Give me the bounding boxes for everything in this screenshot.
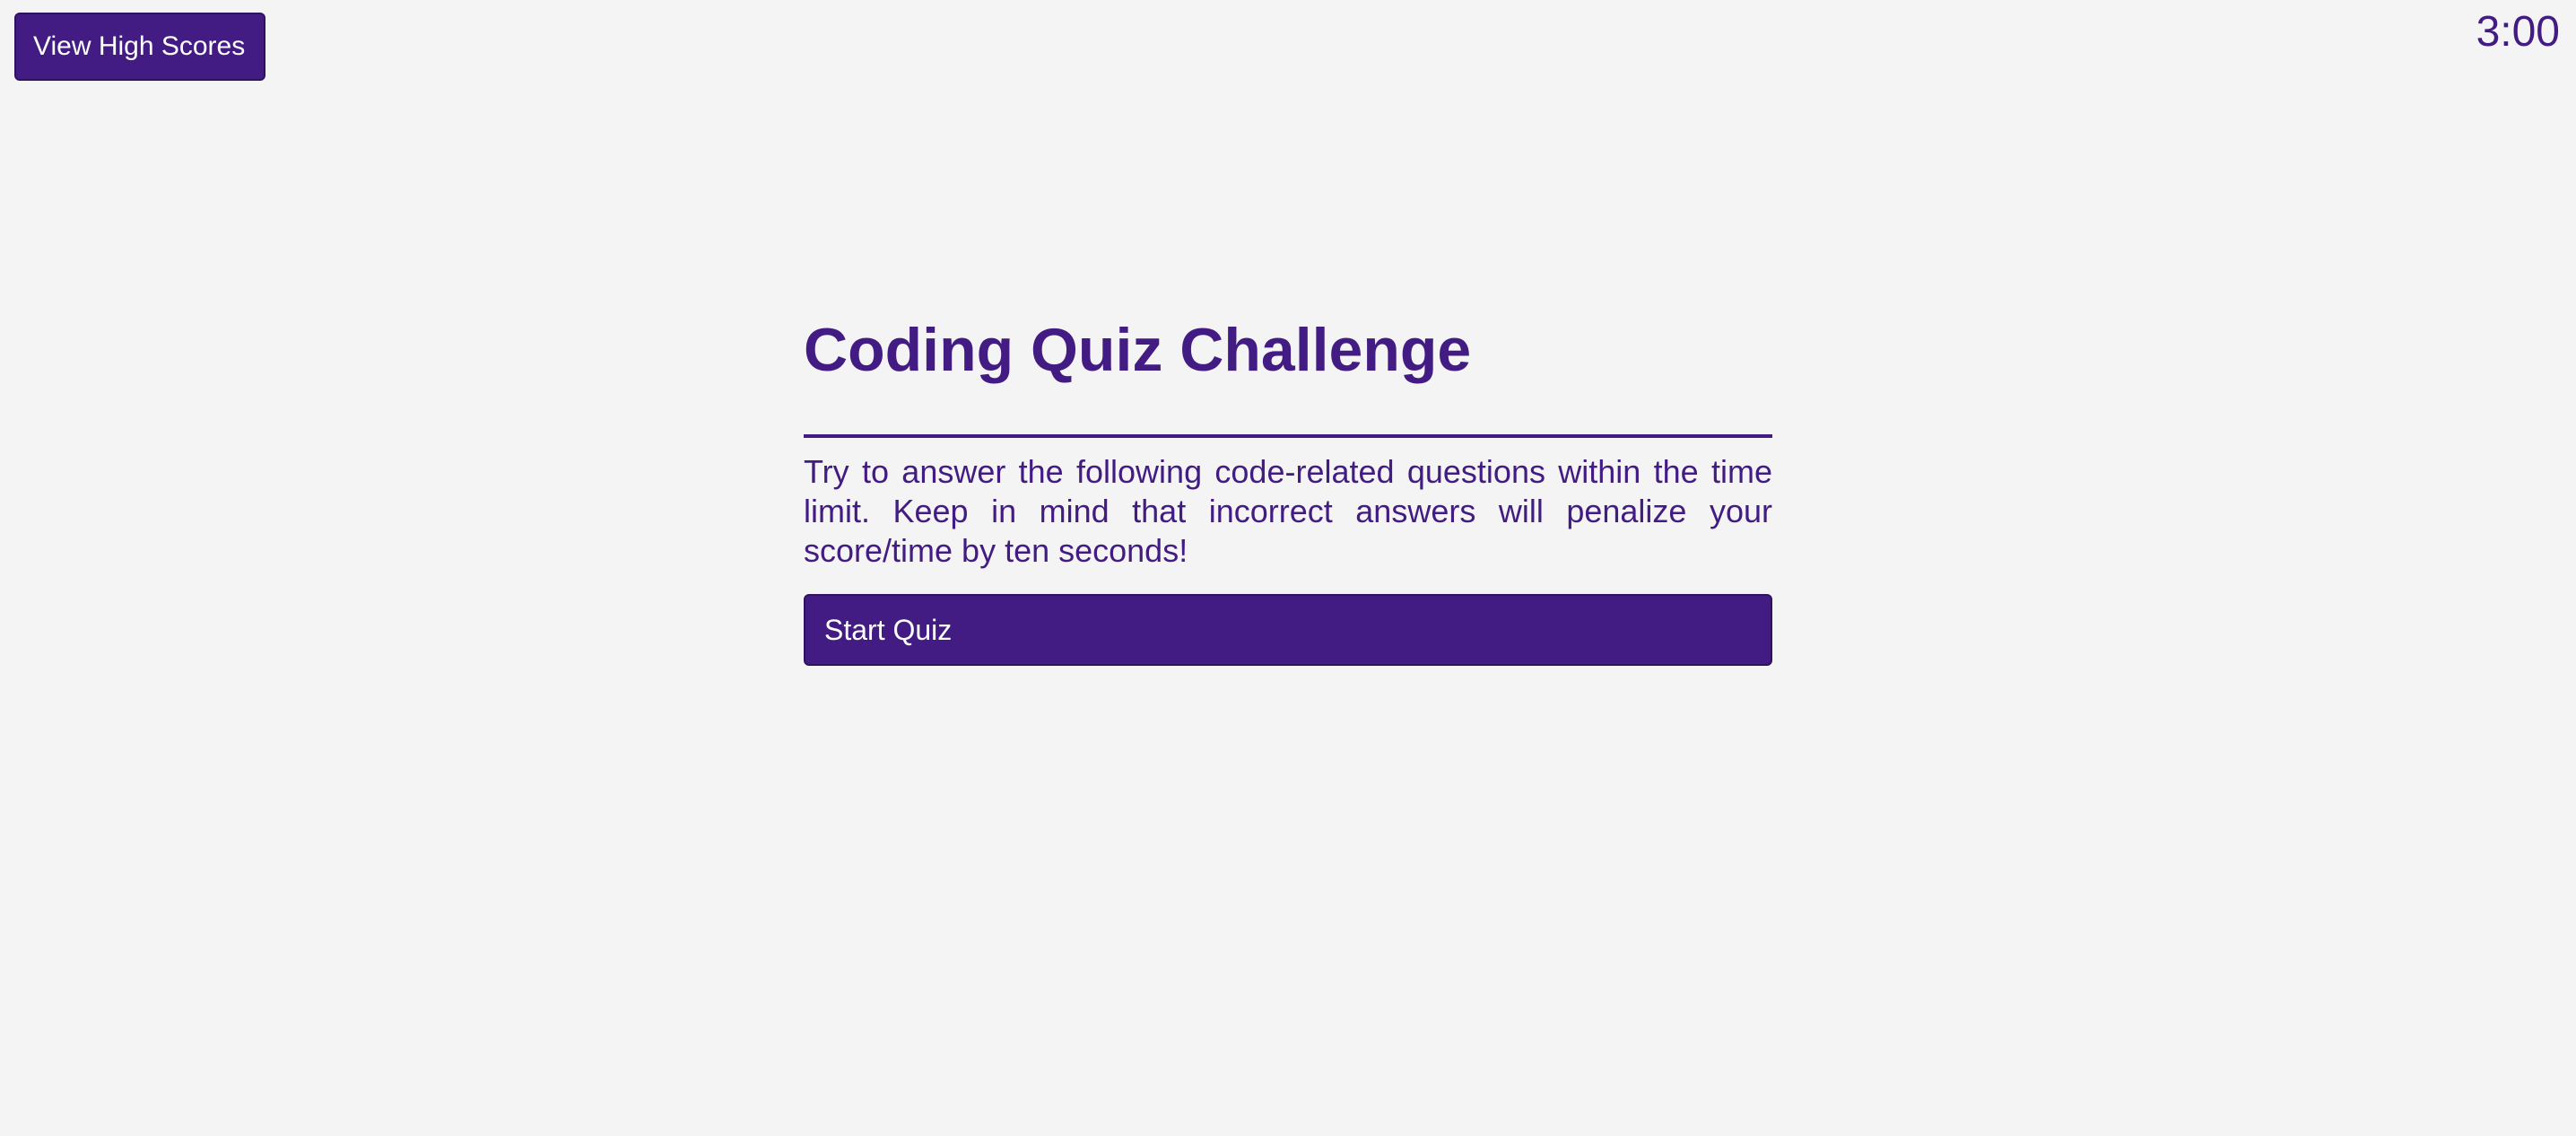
start-quiz-button[interactable]: Start Quiz — [804, 594, 1772, 666]
view-high-scores-button[interactable]: View High Scores — [14, 13, 265, 81]
quiz-intro-card: Coding Quiz Challenge Try to answer the … — [804, 305, 1772, 666]
timer-display: 3:00 — [2476, 8, 2560, 56]
quiz-description: Try to answer the following code-related… — [804, 453, 1772, 569]
page-title: Coding Quiz Challenge — [804, 316, 1472, 384]
title-divider — [804, 434, 1772, 438]
